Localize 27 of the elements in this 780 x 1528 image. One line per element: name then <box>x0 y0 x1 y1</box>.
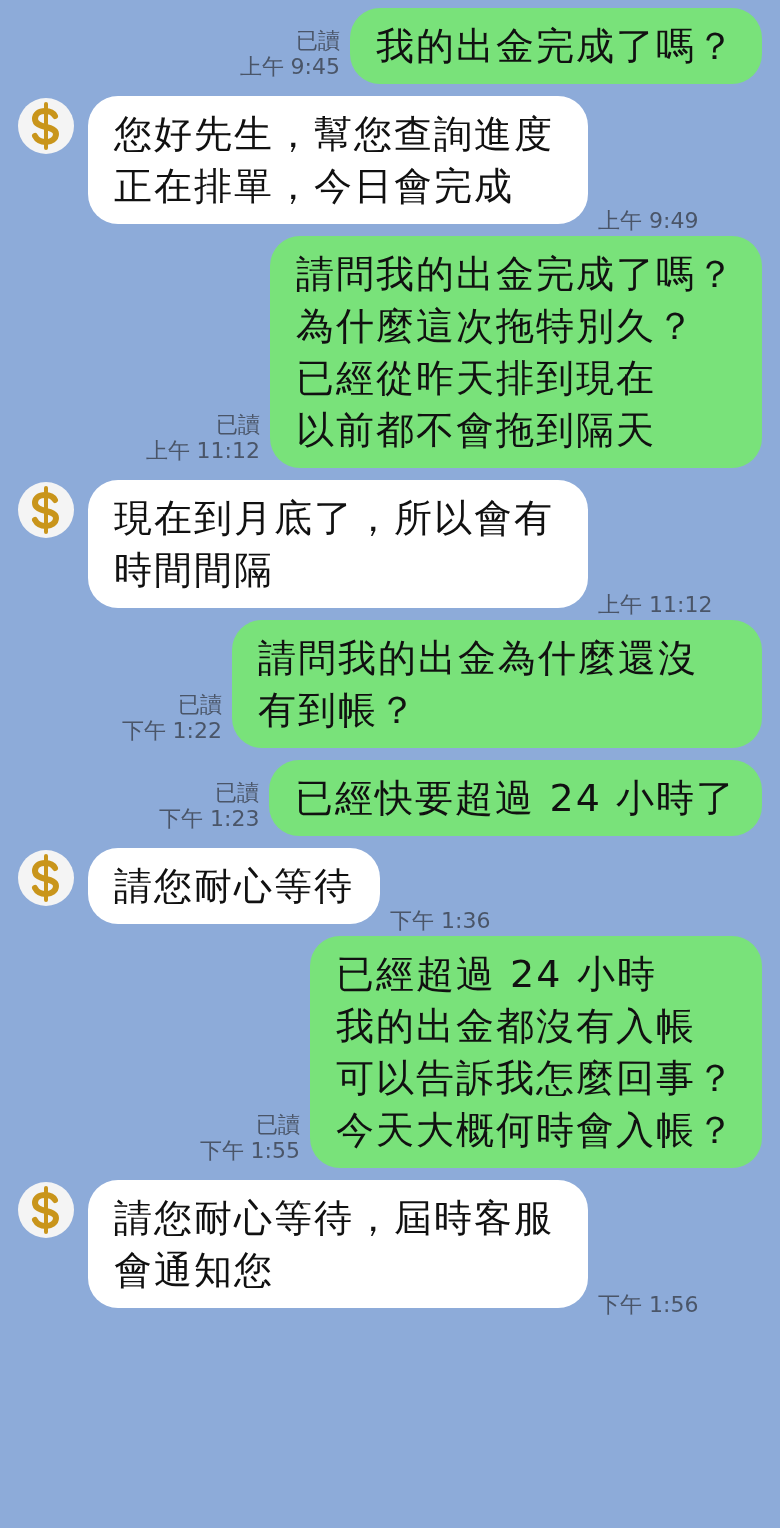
message-bubble: 請您耐心等待，屆時客服會通知您 <box>88 1180 588 1308</box>
message-bubble: 請您耐心等待 <box>88 848 380 924</box>
dollar-sign-avatar-icon <box>18 98 74 154</box>
message-time: 下午 1:22 <box>121 718 222 744</box>
dollar-sign-avatar-icon <box>18 482 74 538</box>
message-time: 下午 1:56 <box>598 1292 699 1318</box>
message-bubble: 現在到月底了，所以會有時間間隔 <box>88 480 588 608</box>
message-time: 下午 1:36 <box>390 908 491 934</box>
message-bubble: 請問我的出金完成了嗎？ 為什麼這次拖特別久？ 已經從昨天排到現在 以前都不會拖到隔天 <box>270 236 762 468</box>
read-receipt: 已讀 <box>256 1112 300 1138</box>
message-time: 上午 9:45 <box>239 54 340 80</box>
message-time: 上午 11:12 <box>598 592 713 618</box>
message-bubble: 您好先生，幫您查詢進度正在排單，今日會完成 <box>88 96 588 224</box>
message-time: 上午 11:12 <box>145 438 260 464</box>
message-time: 下午 1:55 <box>199 1138 300 1164</box>
message-bubble: 已經快要超過 24 小時了 <box>269 760 762 836</box>
message-time: 下午 1:23 <box>159 806 260 832</box>
dollar-sign-avatar-icon <box>18 1182 74 1238</box>
message-time: 上午 9:49 <box>598 208 699 234</box>
read-receipt: 已讀 <box>296 28 340 54</box>
message-bubble: 我的出金完成了嗎？ <box>350 8 762 84</box>
message-bubble: 已經超過 24 小時 我的出金都沒有入帳 可以告訴我怎麼回事？ 今天大概何時會入帳？ <box>310 936 762 1168</box>
read-receipt: 已讀 <box>215 780 260 806</box>
read-receipt: 已讀 <box>178 692 222 718</box>
read-receipt: 已讀 <box>216 412 260 438</box>
dollar-sign-avatar-icon <box>18 850 74 906</box>
message-bubble: 請問我的出金為什麼還沒有到帳？ <box>232 620 762 748</box>
